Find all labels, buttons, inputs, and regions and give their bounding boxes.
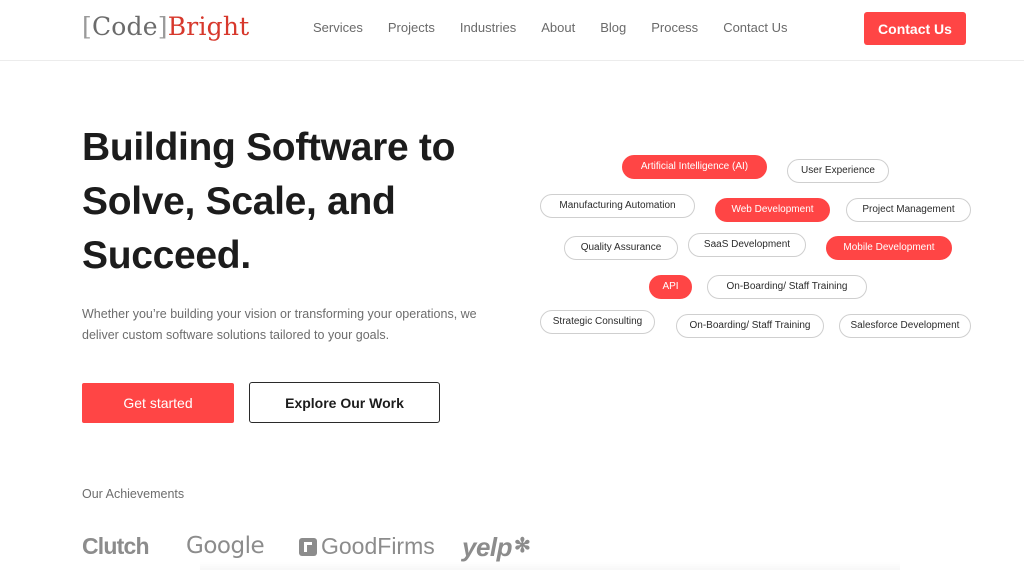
explore-work-button[interactable]: Explore Our Work	[249, 382, 440, 423]
tag-user-experience[interactable]: User Experience	[787, 159, 889, 183]
main-nav: Services Projects Industries About Blog …	[313, 19, 788, 39]
logo-bracket-open: [	[82, 12, 92, 41]
logo-bracket-close: ]	[157, 12, 168, 41]
nav-contact[interactable]: Contact Us	[723, 19, 787, 39]
site-header: [Code]Bright Services Projects Industrie…	[0, 0, 1024, 61]
bottom-shadow	[200, 562, 900, 570]
header-contact-button[interactable]: Contact Us	[864, 12, 966, 45]
hero-title-line-1: Building Software to	[82, 126, 456, 169]
google-logo: Google	[186, 533, 265, 559]
yelp-logo-text: yelp	[462, 532, 513, 562]
tag-strategic-consulting[interactable]: Strategic Consulting	[540, 310, 655, 334]
tag-api[interactable]: API	[649, 275, 692, 299]
hero-title-line-2: Solve, Scale, and	[82, 180, 396, 223]
goodfirms-logo-text: GoodFirms	[321, 533, 435, 559]
nav-process[interactable]: Process	[651, 19, 698, 39]
tag-onboarding-staff-training-1[interactable]: On-Boarding/ Staff Training	[707, 275, 867, 299]
hero-title-line-3: Succeed.	[82, 234, 251, 277]
nav-blog[interactable]: Blog	[600, 19, 626, 39]
logo-code-text: Code	[91, 12, 158, 41]
codebright-logo[interactable]: [Code]Bright	[82, 12, 249, 42]
tag-saas-development[interactable]: SaaS Development	[688, 233, 806, 257]
hero-title: Building Software to Solve, Scale, and S…	[82, 121, 522, 283]
tag-quality-assurance[interactable]: Quality Assurance	[564, 236, 678, 260]
yelp-logo: yelp ✻	[462, 528, 531, 565]
logo-bright-text: Bright	[167, 12, 250, 41]
nav-projects[interactable]: Projects	[388, 19, 435, 39]
achievements-title: Our Achievements	[82, 487, 185, 501]
tag-salesforce-development[interactable]: Salesforce Development	[839, 314, 971, 338]
goodfirms-logo: GoodFirms	[299, 528, 435, 564]
nav-services[interactable]: Services	[313, 19, 363, 39]
tag-onboarding-staff-training-2[interactable]: On-Boarding/ Staff Training	[676, 314, 824, 338]
get-started-button[interactable]: Get started	[82, 383, 234, 423]
tag-project-management[interactable]: Project Management	[846, 198, 971, 222]
tag-ai[interactable]: Artificial Intelligence (AI)	[622, 155, 767, 179]
yelp-burst-icon: ✻	[514, 535, 531, 557]
nav-industries[interactable]: Industries	[460, 19, 516, 39]
hero-subtitle: Whether you’re building your vision or t…	[82, 307, 477, 342]
nav-about[interactable]: About	[541, 19, 575, 39]
clutch-logo: Clutch	[82, 533, 150, 559]
tag-web-development[interactable]: Web Development	[715, 198, 830, 222]
goodfirms-icon	[299, 538, 317, 556]
tag-mobile-development[interactable]: Mobile Development	[826, 236, 952, 260]
tag-manufacturing-automation[interactable]: Manufacturing Automation	[540, 194, 695, 218]
